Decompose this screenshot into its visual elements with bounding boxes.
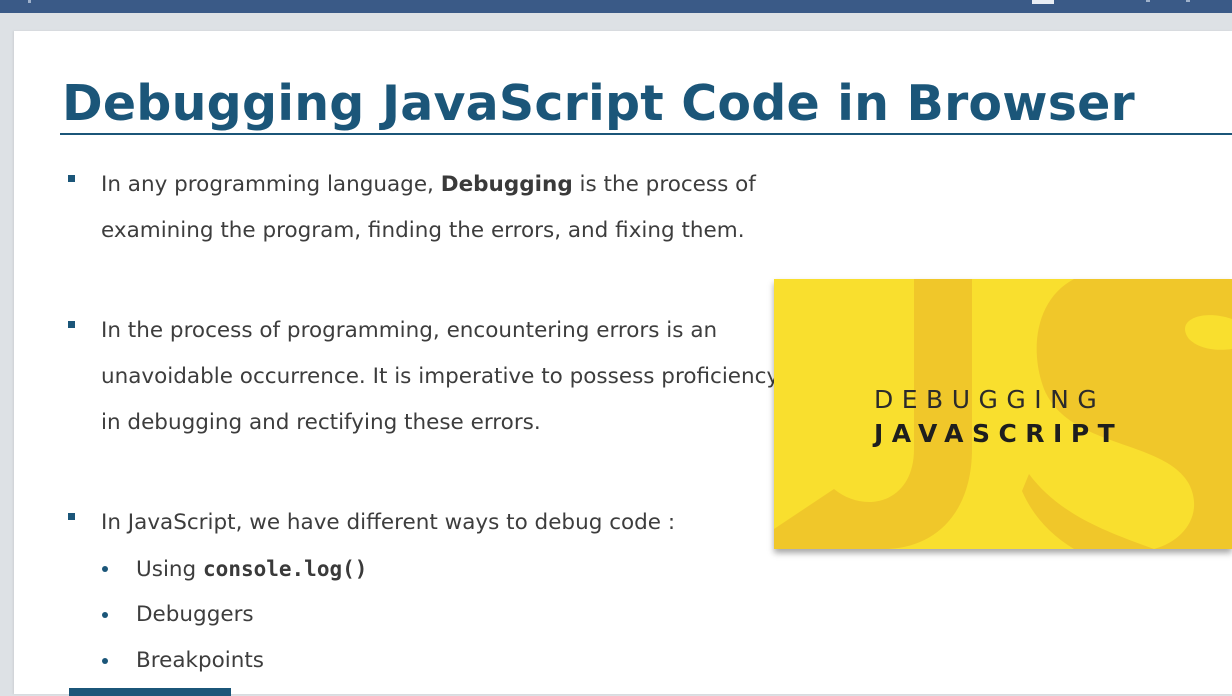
app-icon	[28, 0, 31, 3]
bullet-text-line: in debugging and rectifying these errors…	[101, 410, 541, 435]
bottom-bar-accent	[69, 688, 231, 696]
s-letter-shape-bottom	[1022, 474, 1154, 549]
js-watermark-graphic	[774, 279, 1232, 549]
round-bullet-icon	[102, 658, 108, 664]
bullet-text: In the process of programming, encounter…	[101, 308, 779, 446]
banner-title-line1: DEBUGGING	[874, 385, 1106, 414]
bullet-text-line: unavoidable occurrence. It is imperative…	[101, 364, 780, 389]
minimize-icon[interactable]	[1146, 0, 1150, 2]
slide-title: Debugging JavaScript Code in Browser	[62, 75, 1135, 132]
bold-term: Debugging	[440, 172, 573, 197]
square-bullet-icon	[68, 321, 75, 328]
sub-item-text: Debuggers	[136, 602, 254, 627]
banner-title-line2: JAVASCRIPT	[874, 419, 1124, 448]
bullet-text: In any programming language, Debugging i…	[101, 162, 756, 254]
round-bullet-icon	[102, 612, 108, 618]
bullet-text-line: In JavaScript, we have different ways to…	[101, 510, 676, 535]
code-snippet: console.log()	[203, 557, 368, 581]
bullet-text-segment: is the process of	[572, 172, 756, 197]
bullet-text-line: examining the program, finding the error…	[101, 218, 745, 243]
bullet-text: In JavaScript, we have different ways to…	[101, 500, 675, 546]
round-bullet-icon	[102, 566, 108, 572]
square-bullet-icon	[68, 175, 75, 182]
sub-item-text: Breakpoints	[136, 648, 265, 673]
sub-item-text: Using console.log()	[136, 554, 367, 585]
title-underline	[60, 133, 1232, 135]
square-bullet-icon	[68, 513, 75, 520]
window-titlebar	[0, 0, 1232, 13]
bullet-text-line: In the process of programming, encounter…	[101, 318, 718, 343]
sub-item-segment: Using	[136, 557, 204, 582]
close-icon[interactable]	[1186, 0, 1190, 2]
j-letter-shape	[774, 279, 972, 549]
window-control-icon[interactable]	[1032, 0, 1054, 4]
bullet-text-segment: In any programming language,	[101, 172, 441, 197]
debugging-javascript-banner: DEBUGGING JAVASCRIPT	[774, 279, 1232, 549]
slide-canvas: Debugging JavaScript Code in Browser In …	[14, 31, 1232, 696]
